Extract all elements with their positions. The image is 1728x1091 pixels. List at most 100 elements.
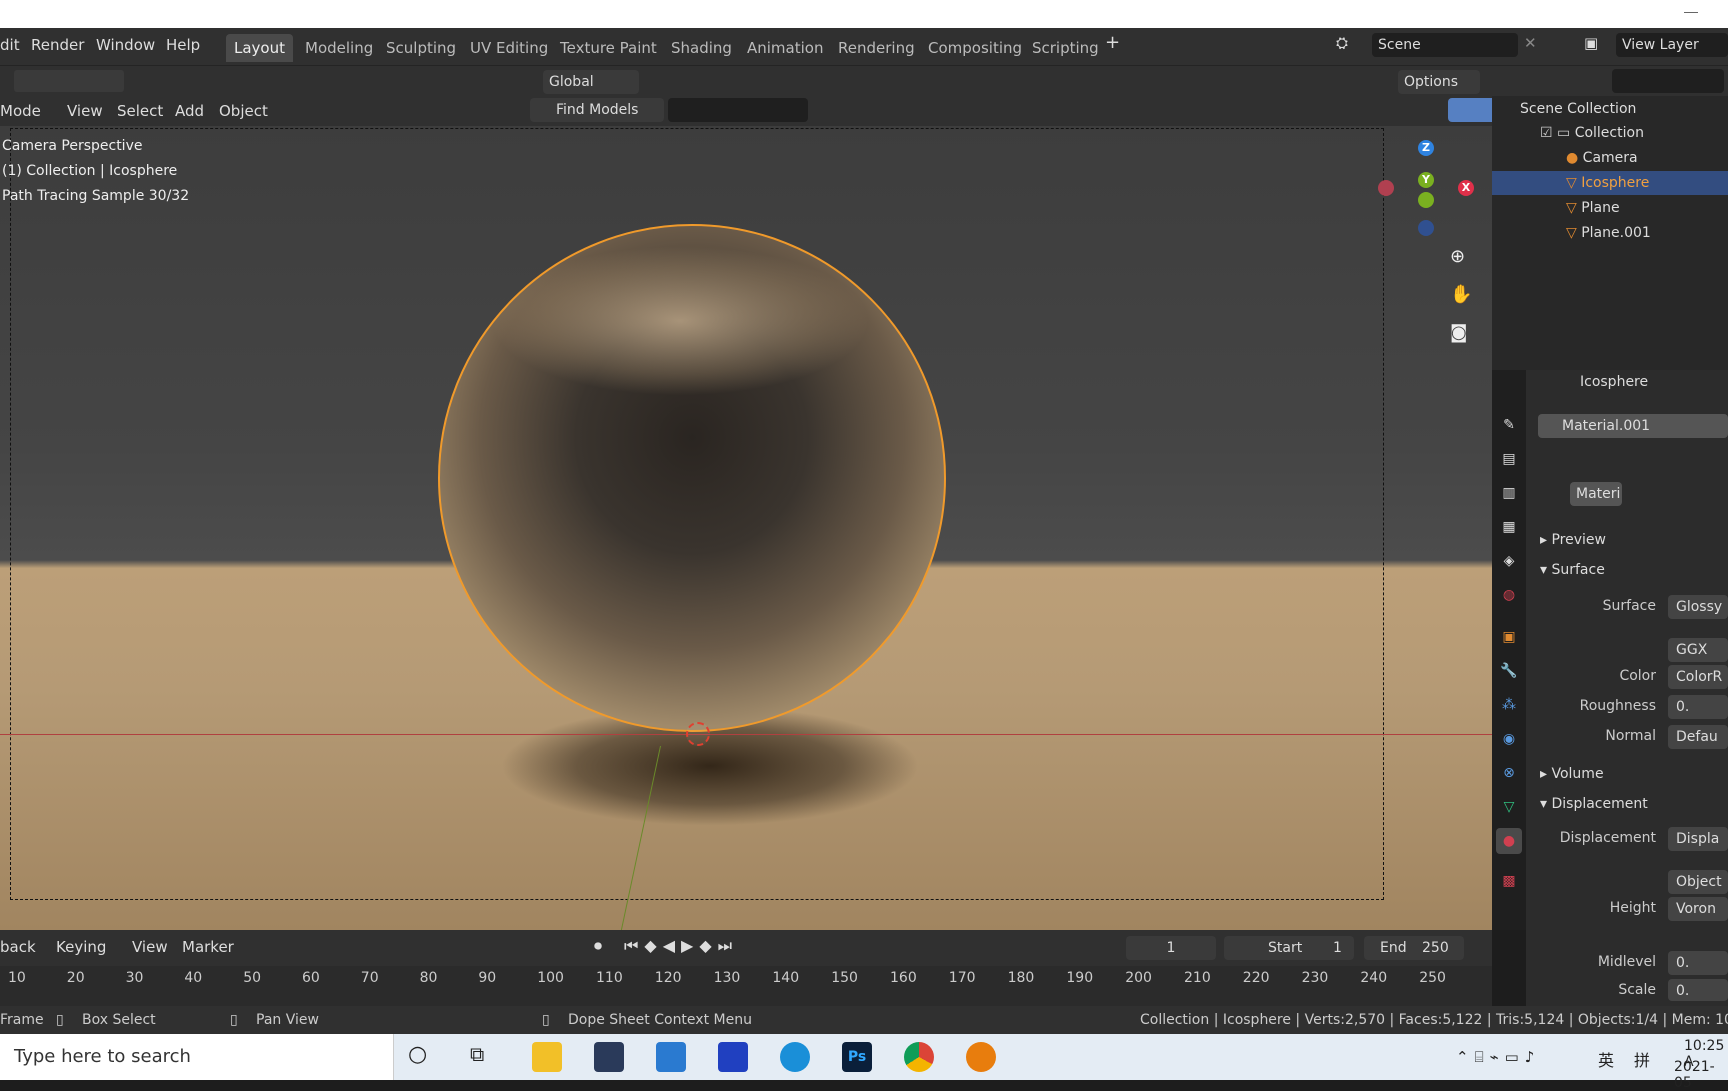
outliner-item-plane-001[interactable]: ▽ Plane.001: [1492, 221, 1728, 245]
physics-tab-icon[interactable]: ◉: [1496, 726, 1522, 752]
outliner-item-plane[interactable]: ▽ Plane: [1492, 196, 1728, 220]
file-explorer-icon[interactable]: [532, 1042, 562, 1072]
icosphere-object[interactable]: [438, 224, 946, 732]
value-object[interactable]: Object: [1668, 870, 1728, 894]
view-layer-field[interactable]: View Layer: [1616, 33, 1728, 57]
tab-compositing[interactable]: Compositing: [920, 34, 1030, 62]
value-normal[interactable]: Defau: [1668, 725, 1728, 749]
world-tab-icon[interactable]: ◍: [1496, 582, 1522, 608]
mode-dropdown[interactable]: Mode: [0, 102, 41, 120]
view-layer-icon[interactable]: ▣: [1584, 34, 1598, 52]
tool-tab-icon[interactable]: ✎: [1496, 412, 1522, 438]
tab-layout[interactable]: Layout: [226, 34, 293, 62]
view-layer-tab-icon[interactable]: ▦: [1496, 514, 1522, 540]
clock-date[interactable]: 2021-05: [1674, 1059, 1728, 1091]
record-icon[interactable]: ⏺: [594, 936, 602, 956]
value-surface[interactable]: Glossy: [1668, 595, 1728, 619]
zoom-icon[interactable]: ⊕: [1450, 246, 1465, 267]
viewport-menu-object[interactable]: Object: [219, 102, 268, 120]
menu-render[interactable]: Render: [31, 36, 84, 54]
material-name-field[interactable]: Materi: [1570, 482, 1622, 506]
output-tab-icon[interactable]: ▥: [1496, 480, 1522, 506]
section-preview[interactable]: ▸ Preview: [1540, 532, 1606, 548]
data-tab-icon[interactable]: ▽: [1496, 794, 1522, 820]
value-distribution[interactable]: GGX: [1668, 638, 1728, 662]
section-displacement[interactable]: ▾ Displacement: [1540, 796, 1648, 812]
object-tab-icon[interactable]: ▣: [1496, 624, 1522, 650]
ime-indicator[interactable]: 英: [1598, 1047, 1614, 1071]
ime-mode-indicator[interactable]: 拼: [1634, 1047, 1650, 1071]
store-icon[interactable]: [594, 1042, 624, 1072]
outliner-scene-collection[interactable]: Scene Collection: [1492, 97, 1728, 121]
viewport-menu-add[interactable]: Add: [175, 102, 204, 120]
start-value[interactable]: 1: [1333, 940, 1342, 956]
value-roughness[interactable]: 0.: [1668, 695, 1728, 719]
keying-menu[interactable]: Keying: [56, 938, 106, 956]
value-midlevel[interactable]: 0.: [1668, 951, 1728, 975]
mail-icon[interactable]: [656, 1042, 686, 1072]
material-slot[interactable]: Material.001: [1538, 414, 1728, 438]
scene-name-field[interactable]: Scene: [1372, 33, 1518, 57]
tab-shading[interactable]: Shading: [663, 34, 740, 62]
particles-tab-icon[interactable]: ⁂: [1496, 692, 1522, 718]
scene-tab-icon[interactable]: ◈: [1496, 548, 1522, 574]
render-tab-icon[interactable]: ▤: [1496, 446, 1522, 472]
blender-icon[interactable]: [966, 1042, 996, 1072]
tray-icons[interactable]: ⌃⌸⌁▭♪: [1456, 1048, 1540, 1066]
select-mode-icons[interactable]: [14, 70, 124, 92]
tab-uv-editing[interactable]: UV Editing: [462, 34, 556, 62]
current-frame-field[interactable]: 1: [1126, 936, 1216, 960]
cortana-icon[interactable]: ○: [408, 1042, 438, 1072]
timeline-view-menu[interactable]: View: [132, 938, 168, 956]
modifier-tab-icon[interactable]: 🔧: [1496, 658, 1522, 684]
gizmo-neg-z-icon[interactable]: [1418, 220, 1434, 236]
outliner-item-collection[interactable]: ☑ ▭ Collection: [1492, 121, 1728, 145]
section-surface[interactable]: ▾ Surface: [1540, 562, 1605, 578]
chrome-icon[interactable]: [904, 1042, 934, 1072]
gizmo-z-icon[interactable]: Z: [1418, 140, 1434, 156]
scene-close-icon[interactable]: ✕: [1524, 34, 1537, 52]
find-models-dropdown[interactable]: Find Models: [530, 98, 664, 122]
playback-controls-icon[interactable]: ⏮◆◀▶◆⏭: [624, 936, 738, 956]
tab-rendering[interactable]: Rendering: [830, 34, 923, 62]
scene-icon[interactable]: ⛭: [1336, 34, 1348, 52]
texture-tab-icon[interactable]: ▩: [1496, 868, 1522, 894]
value-scale[interactable]: 0.: [1668, 979, 1728, 1001]
gizmo-x-icon[interactable]: X: [1458, 180, 1474, 196]
gizmo-neg-y-icon[interactable]: [1418, 192, 1434, 208]
app-icon[interactable]: [718, 1042, 748, 1072]
find-models-search[interactable]: [668, 98, 808, 122]
tab-texture-paint[interactable]: Texture Paint: [552, 34, 665, 62]
task-view-icon[interactable]: ⧉: [470, 1042, 500, 1072]
value-height[interactable]: Voron: [1668, 897, 1728, 921]
outliner-item-camera[interactable]: ● Camera: [1492, 146, 1728, 170]
section-volume[interactable]: ▸ Volume: [1540, 766, 1604, 782]
outliner-item-icosphere[interactable]: ▽ Icosphere: [1492, 171, 1728, 195]
value-displacement[interactable]: Displa: [1668, 827, 1728, 851]
tab-scripting[interactable]: Scripting: [1024, 34, 1107, 62]
viewport-menu-select[interactable]: Select: [117, 102, 163, 120]
menu-help[interactable]: Help: [166, 36, 200, 54]
camera-view-icon[interactable]: ◙: [1450, 322, 1467, 343]
marker-menu[interactable]: Marker: [182, 938, 234, 956]
gizmo-neg-x-icon[interactable]: [1378, 180, 1394, 196]
tab-sculpting[interactable]: Sculpting: [378, 34, 464, 62]
tab-modeling[interactable]: Modeling: [297, 34, 381, 62]
outliner-search[interactable]: [1612, 69, 1724, 93]
timeline-ruler[interactable]: 10 20 30 40 50 60 70 80 90 100 110 120 130 140 150 160 1…: [0, 970, 1492, 990]
gizmo-y-icon[interactable]: Y: [1418, 172, 1434, 188]
end-value[interactable]: 250: [1422, 940, 1449, 956]
material-tab-icon[interactable]: ●: [1496, 828, 1522, 854]
3d-cursor-icon[interactable]: [686, 722, 710, 746]
taskbar-search[interactable]: Type here to search: [0, 1034, 394, 1080]
playback-menu[interactable]: back: [0, 938, 36, 956]
edge-icon[interactable]: [780, 1042, 810, 1072]
tab-animation[interactable]: Animation: [739, 34, 831, 62]
menu-window[interactable]: Window: [96, 36, 155, 54]
orientation-dropdown[interactable]: Global: [543, 70, 639, 94]
options-dropdown[interactable]: Options: [1398, 70, 1480, 94]
pan-hand-icon[interactable]: ✋: [1450, 284, 1472, 305]
photoshop-icon[interactable]: Ps: [842, 1042, 872, 1072]
constraints-tab-icon[interactable]: ⊗: [1496, 760, 1522, 786]
minimize-icon[interactable]: [1684, 12, 1698, 13]
